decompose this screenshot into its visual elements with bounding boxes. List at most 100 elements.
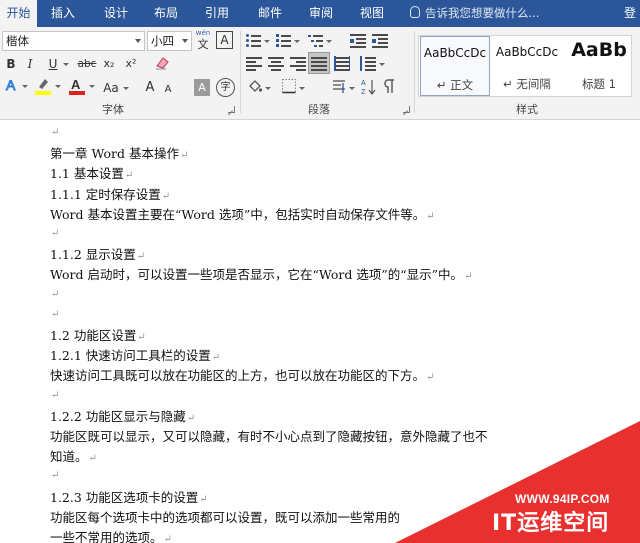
bullets-dropdown[interactable] — [262, 31, 270, 51]
tab-references[interactable]: 引用 — [197, 0, 237, 27]
chevron-down-icon — [326, 40, 332, 43]
multilevel-list-icon[interactable] — [308, 33, 324, 47]
style-heading-1[interactable]: AaBb 标题 1 — [564, 36, 634, 96]
borders-dropdown[interactable] — [297, 78, 305, 98]
tell-me-search[interactable]: 告诉我您想要做什么... — [410, 0, 539, 27]
phonetic-guide-button[interactable]: wén 文 — [194, 29, 212, 53]
sign-in-link[interactable]: 登 — [624, 0, 636, 27]
change-case-button[interactable]: Aa — [101, 78, 121, 98]
document-line[interactable]: 第一章 Word 基本操作↵ — [50, 143, 188, 162]
document-line[interactable]: 功能区既可以显示，又可以隐藏，有时不小心点到了隐藏按钮，意外隐藏了也不 — [50, 426, 489, 445]
chinese-layout-dropdown[interactable] — [347, 78, 355, 98]
chevron-down-icon — [264, 40, 270, 43]
document-line[interactable]: 1.1 基本设置↵ — [50, 163, 133, 182]
character-shading-button[interactable]: A — [194, 79, 210, 96]
line-text: 1.2.1 快速访问工具栏的设置 — [50, 348, 211, 364]
align-right-icon[interactable] — [290, 56, 306, 71]
document-line[interactable]: 知道。↵ — [50, 446, 97, 465]
highlight-dropdown[interactable] — [53, 76, 61, 96]
font-size-combo[interactable]: 小四 — [147, 31, 192, 51]
numbering-icon[interactable] — [276, 33, 292, 47]
tab-mailings[interactable]: 邮件 — [250, 0, 290, 27]
numbering-dropdown[interactable] — [292, 31, 300, 51]
shading-button[interactable] — [246, 78, 264, 98]
clear-formatting-button[interactable] — [153, 55, 170, 73]
styles-gallery-scrollbar[interactable] — [632, 35, 640, 97]
underline-dropdown[interactable] — [60, 54, 69, 74]
document-page[interactable]: ↵ 第一章 Word 基本操作↵ 1.1 基本设置↵ 1.1.1 定时保存设置↵ Wor… — [0, 121, 640, 543]
tab-layout[interactable]: 布局 — [146, 0, 186, 27]
document-line[interactable]: 功能区每个选项卡中的选项都可以设置，既可以添加一些常用的 — [50, 507, 401, 526]
underline-button[interactable]: U — [46, 54, 60, 74]
grow-font-button[interactable]: A — [144, 78, 156, 98]
document-line[interactable]: 1.2.2 功能区显示与隐藏↵ — [50, 406, 195, 425]
document-line[interactable]: 1.1.1 定时保存设置↵ — [50, 184, 170, 203]
document-line[interactable]: ↵ — [50, 285, 59, 300]
highlight-color-button[interactable] — [34, 76, 52, 98]
bold-button[interactable]: B — [4, 54, 18, 74]
document-line[interactable]: Word 基本设置主要在“Word 选项”中，包括实时自动保存文件等。↵ — [50, 204, 435, 223]
document-line[interactable]: 1.2 功能区设置↵ — [50, 325, 146, 344]
change-case-dropdown[interactable] — [121, 78, 129, 98]
line-text: 1.2.3 功能区选项卡的设置 — [50, 489, 199, 505]
chevron-down-icon — [379, 63, 385, 66]
text-effects-dropdown[interactable] — [20, 76, 28, 96]
line-spacing-icon[interactable] — [360, 56, 376, 71]
strikethrough-button[interactable]: abc — [76, 54, 98, 74]
style-no-spacing[interactable]: AaBbCcDc ↵ 无间隔 — [492, 36, 562, 96]
chevron-down-icon[interactable] — [135, 39, 141, 43]
lightbulb-icon — [410, 6, 420, 18]
chinese-layout-button[interactable] — [330, 78, 348, 98]
sort-button[interactable]: A Z — [360, 78, 378, 98]
character-border-button[interactable]: A — [216, 31, 233, 49]
shrink-font-button[interactable]: A — [163, 80, 173, 100]
text-effects-button[interactable]: A — [4, 76, 20, 98]
align-center-icon[interactable] — [268, 56, 284, 71]
font-name-combo[interactable]: 楷体 — [2, 31, 145, 51]
tab-review[interactable]: 审阅 — [301, 0, 341, 27]
pilcrow-icon — [384, 79, 394, 93]
chevron-down-icon — [22, 85, 28, 88]
italic-button[interactable]: I — [24, 54, 36, 74]
font-color-button[interactable]: A — [68, 76, 86, 98]
distributed-icon[interactable] — [334, 56, 350, 71]
decrease-indent-icon[interactable] — [350, 33, 366, 48]
tab-design[interactable]: 设计 — [96, 0, 136, 27]
line-spacing-dropdown[interactable] — [377, 54, 385, 74]
font-dialog-launcher-icon[interactable] — [228, 106, 235, 113]
document-line[interactable]: 1.2.3 功能区选项卡的设置↵ — [50, 487, 208, 506]
tab-home[interactable]: 开始 — [0, 0, 37, 28]
document-line[interactable]: ↵ — [50, 305, 59, 320]
line-text: Word 基本设置主要在“Word 选项”中，包括实时自动保存文件等。 — [50, 206, 426, 222]
show-hide-marks-button[interactable] — [380, 78, 398, 98]
chevron-down-icon[interactable] — [182, 39, 188, 43]
phonetic-label: wén — [195, 29, 211, 37]
paragraph-dialog-launcher-icon[interactable] — [403, 106, 410, 113]
document-line[interactable]: ↵ — [50, 224, 59, 239]
document-line[interactable]: ↵ — [50, 123, 59, 138]
paragraph-mark-icon: ↵ — [137, 332, 146, 343]
font-color-dropdown[interactable] — [87, 76, 95, 96]
justify-button[interactable] — [308, 52, 330, 74]
eraser-icon — [155, 57, 169, 70]
tab-view[interactable]: 视图 — [352, 0, 392, 27]
multilevel-dropdown[interactable] — [324, 31, 332, 51]
document-line[interactable]: 1.2.1 快速访问工具栏的设置↵ — [50, 345, 220, 364]
document-line[interactable]: ↵ — [50, 466, 59, 481]
superscript-button[interactable]: x² — [123, 54, 139, 74]
borders-button[interactable] — [280, 78, 298, 98]
document-line[interactable]: ↵ — [50, 386, 59, 401]
bullets-icon[interactable] — [246, 33, 262, 47]
styles-group-label: 样式 — [516, 103, 538, 116]
tab-insert[interactable]: 插入 — [43, 0, 83, 27]
enclose-characters-button[interactable]: 字 — [216, 78, 235, 97]
document-line[interactable]: 快速访问工具既可以放在功能区的上方，也可以放在功能区的下方。↵ — [50, 365, 434, 384]
subscript-button[interactable]: x₂ — [101, 54, 117, 74]
style-normal[interactable]: AaBbCcDc ↵ 正文 — [420, 36, 490, 96]
document-line[interactable]: Word 启动时，可以设置一些项是否显示，它在“Word 选项”的“显示”中。↵ — [50, 264, 472, 283]
shading-dropdown[interactable] — [263, 78, 271, 98]
increase-indent-icon[interactable] — [372, 33, 388, 48]
document-line[interactable]: 1.1.2 显示设置↵ — [50, 244, 145, 263]
document-line[interactable]: 一些不常用的选项。↵ — [50, 527, 172, 543]
align-left-icon[interactable] — [246, 56, 262, 71]
